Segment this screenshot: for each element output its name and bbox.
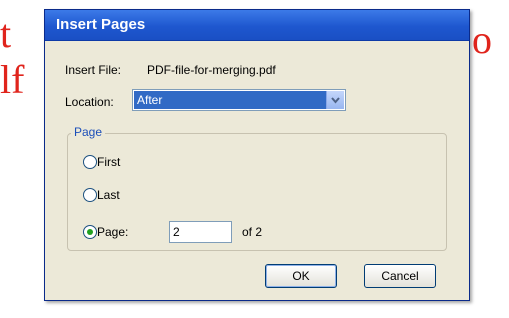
page-count-label: of 2 [242,225,263,239]
chevron-down-icon [331,96,340,104]
radio-last[interactable] [83,188,97,202]
cancel-button[interactable]: Cancel [364,264,436,288]
radio-selected-dot [87,229,93,235]
location-dropdown[interactable]: After [132,89,346,111]
dropdown-button[interactable] [326,91,344,109]
background-text-fragment: o [472,17,492,62]
page-group-title: Page [71,125,106,139]
location-label: Location: [65,95,114,109]
insert-pages-dialog: Insert Pages Insert File: PDF-file-for-m… [44,9,470,301]
background-text-fragment: t [0,11,12,56]
radio-page-label[interactable]: Page: [97,225,128,239]
dialog-title: Insert Pages [56,16,146,33]
radio-first-label[interactable]: First [97,155,120,169]
background-text-fragment: lf [0,57,25,102]
radio-page[interactable] [83,225,97,239]
ok-button[interactable]: OK [265,264,337,288]
insert-file-label: Insert File: [65,63,122,77]
page-number-input[interactable]: 2 [169,221,232,243]
radio-first[interactable] [83,155,97,169]
location-selected-value: After [134,91,326,109]
radio-last-label[interactable]: Last [97,188,120,202]
insert-file-value: PDF-file-for-merging.pdf [147,63,276,77]
dialog-titlebar[interactable]: Insert Pages [45,10,469,41]
